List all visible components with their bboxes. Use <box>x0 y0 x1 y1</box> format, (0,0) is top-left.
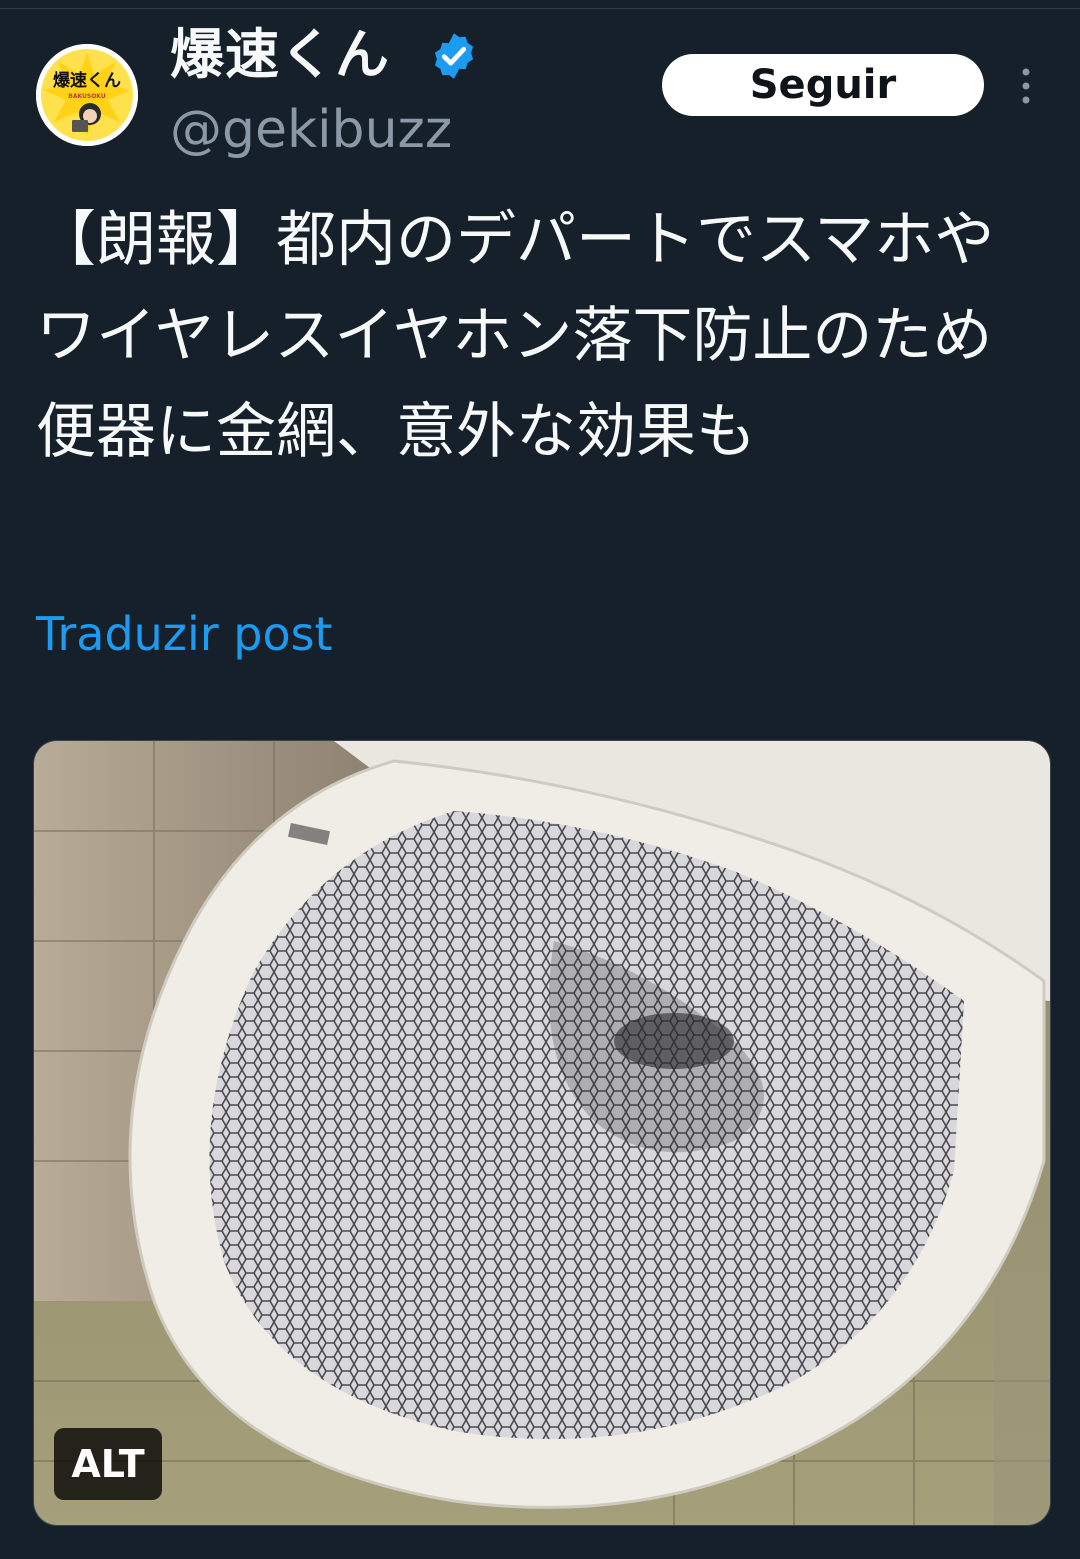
avatar-subtext: BAKUSOKU <box>68 93 106 100</box>
toilet-mesh-photo <box>34 741 1050 1525</box>
avatar-image: 爆速くん BAKUSOKU <box>36 44 138 146</box>
avatar-text: 爆速くん <box>53 70 121 91</box>
avatar[interactable]: 爆速くん BAKUSOKU <box>36 44 138 146</box>
follow-button[interactable]: Seguir <box>662 54 984 116</box>
more-vertical-icon[interactable] <box>1010 62 1042 112</box>
post-detail: 爆速くん BAKUSOKU 爆速くん @gekibuzz Seguir 【朗報】… <box>0 0 1080 1559</box>
post-text: 【朗報】都内のデパートでスマホやワイヤレスイヤホン落下防止のため便器に金網、意外… <box>36 205 995 467</box>
divider <box>0 8 1080 9</box>
verified-badge-icon <box>434 33 474 79</box>
display-name[interactable]: 爆速くん <box>170 20 390 90</box>
post-image[interactable] <box>33 740 1051 1526</box>
translate-post-link[interactable]: Traduzir post <box>36 604 333 664</box>
alt-badge[interactable]: ALT <box>54 1428 162 1500</box>
handle[interactable]: @gekibuzz <box>170 98 452 162</box>
